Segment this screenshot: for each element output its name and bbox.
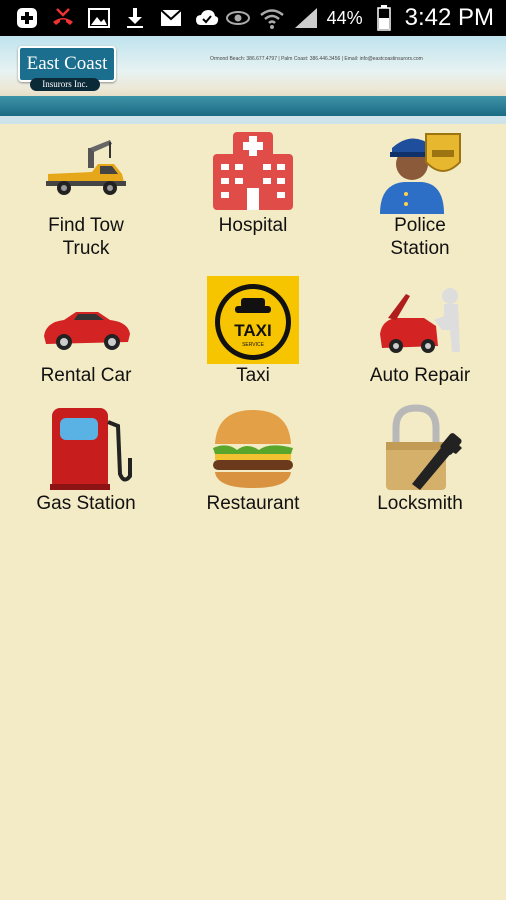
rental-car-icon [40,276,132,364]
service-label-police: Police Station [390,215,450,259]
padlock-key-icon [374,404,466,492]
svg-text:TAXI: TAXI [234,321,271,340]
service-label-auto-repair: Auto Repair [369,365,471,386]
police-officer-icon [374,126,466,214]
service-tile-auto-repair[interactable]: Auto Repair [336,276,504,387]
service-tile-hospital[interactable]: Hospital [169,126,337,237]
header-band-lower [0,116,506,124]
battery-icon [371,5,397,31]
wifi-icon [259,5,285,31]
check-icon [194,5,220,31]
gas-pump-icon [40,404,132,492]
tow-truck-icon [40,126,132,214]
app-header: East Coast Insurors Inc. Ormond Beach: 3… [0,36,506,124]
service-tile-locksmith[interactable]: Locksmith [336,404,504,515]
company-logo[interactable]: East Coast [18,46,116,82]
service-tile-taxi[interactable]: TAXI SERVICE Taxi [169,276,337,387]
taxi-icon: TAXI SERVICE [207,276,299,364]
signal-icon [293,5,319,31]
burger-icon [207,404,299,492]
clock: 3:42 PM [404,4,494,31]
service-label-rental-car: Rental Car [40,365,132,386]
auto-repair-icon [374,276,466,364]
service-label-hospital: Hospital [218,215,288,236]
system-status: 44% 3:42 PM [225,4,494,32]
contact-info: Ormond Beach: 386.677.4797 | Palm Coast:… [210,56,423,62]
service-label-gas-station: Gas Station [36,493,136,514]
service-tile-rental-car[interactable]: Rental Car [2,276,170,387]
hospital-icon [207,126,299,214]
eye-icon [225,5,251,31]
mail-icon [158,5,184,31]
service-tile-tow-truck[interactable]: Find Tow Truck [2,126,170,260]
image-icon [86,5,112,31]
notification-icons [14,5,220,31]
svg-text:SERVICE: SERVICE [242,342,265,348]
service-tile-police[interactable]: Police Station [336,126,504,260]
add-icon [14,5,40,31]
battery-percentage: 44% [326,7,363,28]
service-label-taxi: Taxi [236,365,270,386]
download-icon [122,5,148,31]
status-bar: 44% 3:42 PM [0,0,506,36]
service-label-restaurant: Restaurant [206,493,300,514]
service-label-tow-truck: Find Tow Truck [48,215,124,259]
service-tile-gas-station[interactable]: Gas Station [2,404,170,515]
service-label-locksmith: Locksmith [377,493,463,514]
service-tile-restaurant[interactable]: Restaurant [169,404,337,515]
missed-call-icon [50,5,76,31]
company-logo-subtext: Insurors Inc. [30,78,100,91]
header-band [0,96,506,116]
